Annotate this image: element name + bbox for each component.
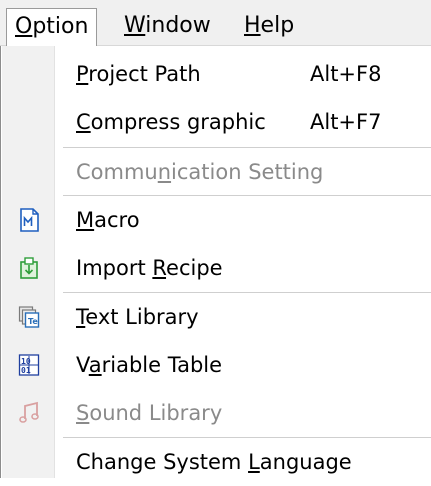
menu-item-communication-setting: Communication Setting [2, 148, 431, 196]
menu-window-mnemonic: W [124, 13, 146, 38]
menu-item-compress-graphic[interactable]: Compress graphic Alt+F7 [2, 98, 431, 146]
shortcut-label: Alt+F7 [310, 110, 382, 134]
menu-item-label: Sound Library [76, 401, 223, 425]
text-library-icon: Te [18, 306, 40, 328]
menu-item-import-recipe[interactable]: Import Recipe [2, 244, 431, 292]
variable-table-icon: 10 01 [18, 354, 40, 376]
menu-help-mnemonic: H [244, 13, 261, 38]
menu-window[interactable]: Window [116, 8, 219, 46]
menu-bar: Option Window Help [0, 0, 431, 46]
menu-item-label: Variable Table [76, 353, 223, 377]
menu-help[interactable]: Help [236, 8, 302, 46]
option-dropdown-menu: Project Path Alt+F8 Compress graphic Alt… [0, 46, 431, 478]
menu-item-label: Project Path [76, 62, 201, 86]
menu-item-label: Communication Setting [76, 160, 324, 184]
menu-help-rest: elp [260, 13, 295, 38]
menu-item-project-path[interactable]: Project Path Alt+F8 [2, 50, 431, 98]
menu-item-label: Text Library [76, 305, 199, 329]
menu-item-change-system-language[interactable]: Change System Language [2, 438, 431, 486]
menu-window-rest: indow [145, 13, 211, 38]
menu-item-variable-table[interactable]: 10 01 Variable Table [2, 341, 431, 389]
shortcut-label: Alt+F8 [310, 62, 382, 86]
music-note-icon [19, 401, 39, 423]
import-recipe-icon [20, 257, 38, 279]
macro-file-icon [20, 208, 39, 232]
menu-item-sound-library: Sound Library [2, 389, 431, 437]
menu-item-text-library[interactable]: Te Text Library [2, 293, 431, 341]
menu-item-label: Compress graphic [76, 110, 266, 134]
menu-item-label: Import Recipe [76, 256, 223, 280]
menu-option-mnemonic: O [15, 14, 33, 39]
menu-item-macro[interactable]: Macro [2, 196, 431, 244]
svg-text:Te: Te [28, 317, 38, 326]
menu-option-rest: ption [32, 14, 89, 39]
menu-item-label: Macro [76, 208, 140, 232]
menu-option[interactable]: Option [6, 8, 98, 46]
menu-item-label: Change System Language [76, 450, 352, 474]
